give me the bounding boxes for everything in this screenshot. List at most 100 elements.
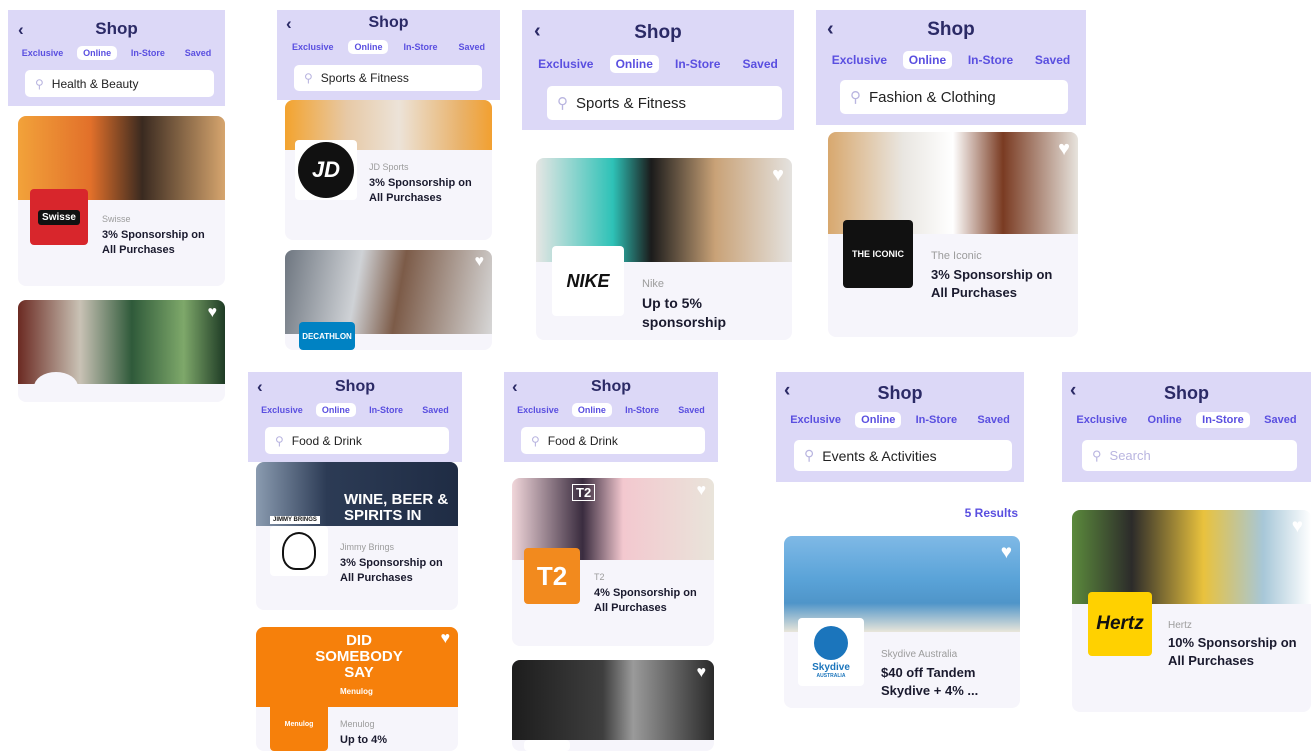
tab-exclusive[interactable]: Exclusive — [16, 46, 70, 60]
heart-icon[interactable]: ♥ — [697, 482, 707, 500]
merchant-offer: 3% Sponsorship on All Purchases — [340, 557, 443, 584]
shop-header: ‹ Shop Exclusive Online In-Store Saved ⚲… — [504, 372, 718, 462]
merchant-logo: Hertz — [1088, 592, 1152, 656]
merchant-brand: Jimmy Brings — [340, 542, 395, 552]
tab-saved[interactable]: Saved — [416, 403, 455, 417]
tab-online[interactable]: Online — [855, 412, 902, 428]
tab-online[interactable]: Online — [902, 51, 953, 69]
search-input[interactable]: ⚲ Sports & Fitness — [547, 86, 782, 120]
tab-online[interactable]: Online — [315, 403, 356, 417]
heart-icon[interactable]: ♥ — [1001, 542, 1012, 564]
merchant-card[interactable]: ♥ Hertz Hertz 10% Sponsorship on All Pur… — [1072, 510, 1311, 712]
search-value: Sports & Fitness — [576, 94, 687, 112]
tab-in-store[interactable]: In-Store — [669, 55, 726, 73]
shop-tabs: Exclusive Online In-Store Saved — [816, 51, 1086, 69]
tab-saved[interactable]: Saved — [737, 55, 784, 73]
merchant-card[interactable]: ♥ Skydive AUSTRALIA Skydive Australia $4… — [784, 536, 1020, 708]
logo-text: Skydive — [812, 661, 850, 673]
merchant-logo: JD — [295, 140, 357, 200]
search-input[interactable]: ⚲ Food & Drink — [265, 427, 449, 454]
tab-exclusive[interactable]: Exclusive — [532, 55, 599, 73]
shop-tabs: Exclusive Online In-Store Saved — [522, 55, 794, 73]
merchant-brand: Swisse — [102, 214, 131, 224]
tab-online[interactable]: Online — [571, 403, 612, 417]
merchant-brand: Nike — [642, 278, 665, 290]
search-input[interactable]: ⚲ Health & Beauty — [25, 70, 214, 97]
heart-icon[interactable]: ♥ — [1292, 516, 1303, 538]
tab-saved[interactable]: Saved — [971, 412, 1015, 428]
merchant-card[interactable]: DID SOMEBODY SAY Menulog ♥ Menulog Menul… — [256, 627, 458, 751]
merchant-card[interactable]: WINE, BEER & SPIRITS IN JIMMY BRINGS Jim… — [256, 462, 458, 610]
shop-tabs: Exclusive Online In-Store Saved — [277, 40, 500, 54]
tab-in-store[interactable]: In-Store — [125, 46, 171, 60]
tab-in-store[interactable]: In-Store — [962, 51, 1019, 69]
tab-exclusive[interactable]: Exclusive — [784, 412, 847, 428]
heart-icon[interactable]: ♥ — [441, 630, 451, 648]
heart-icon[interactable]: ♥ — [208, 304, 218, 322]
merchant-logo — [270, 526, 328, 576]
tab-in-store[interactable]: In-Store — [363, 403, 409, 417]
tab-exclusive[interactable]: Exclusive — [286, 40, 340, 54]
merchant-photo: WINE, BEER & SPIRITS IN JIMMY BRINGS — [256, 462, 458, 526]
tab-exclusive[interactable]: Exclusive — [1070, 412, 1133, 428]
page-title: Shop — [877, 383, 923, 403]
logo-text: JD — [298, 142, 354, 198]
search-input[interactable]: ⚲ Search — [1082, 440, 1297, 471]
search-value: Events & Activities — [822, 447, 937, 464]
search-input[interactable]: ⚲ Food & Drink — [521, 427, 705, 454]
tab-in-store[interactable]: In-Store — [619, 403, 665, 417]
merchant-card[interactable]: JD JD Sports 3% Sponsorship on All Purch… — [285, 100, 492, 240]
tab-in-store[interactable]: In-Store — [397, 40, 443, 54]
search-icon: ⚲ — [804, 447, 815, 463]
merchant-card[interactable]: ♥ DECATHLON — [285, 250, 492, 350]
tab-in-store[interactable]: In-Store — [910, 412, 964, 428]
results-count: 5 Results — [964, 506, 1018, 520]
heart-icon[interactable]: ♥ — [772, 164, 784, 187]
merchant-offer: Up to 4% — [340, 734, 388, 746]
search-icon: ⚲ — [557, 95, 568, 112]
tab-saved[interactable]: Saved — [672, 403, 711, 417]
logo-text: Hertz — [1096, 613, 1144, 634]
merchant-card[interactable]: ♥ — [512, 660, 714, 751]
tab-saved[interactable]: Saved — [1029, 51, 1076, 69]
search-value: Fashion & Clothing — [869, 88, 996, 106]
search-value: Food & Drink — [547, 433, 618, 448]
page-title: Shop — [95, 19, 138, 38]
merchant-photo — [18, 300, 225, 384]
page-title: Shop — [927, 19, 975, 40]
logo-text: Menulog — [284, 720, 314, 728]
search-input[interactable]: ⚲ Events & Activities — [794, 440, 1012, 471]
photo-headline: WINE, BEER & SPIRITS IN — [344, 491, 449, 524]
heart-icon[interactable]: ♥ — [475, 253, 485, 271]
photo-tag: Menulog — [340, 687, 373, 696]
tab-exclusive[interactable]: Exclusive — [511, 403, 565, 417]
tab-exclusive[interactable]: Exclusive — [255, 403, 309, 417]
search-input[interactable]: ⚲ Sports & Fitness — [294, 65, 482, 91]
merchant-brand: Hertz — [1168, 620, 1192, 631]
merchant-card[interactable]: Swisse Swisse 3% Sponsorship on All Purc… — [18, 116, 225, 286]
tab-online[interactable]: Online — [1142, 412, 1188, 428]
shop-header: ‹ Shop Exclusive Online In-Store Saved ⚲… — [277, 10, 500, 100]
tab-exclusive[interactable]: Exclusive — [826, 51, 893, 69]
logo-text: Swisse — [38, 209, 80, 225]
merchant-card[interactable]: ♥ — [18, 300, 225, 402]
search-placeholder: Search — [1109, 448, 1151, 463]
tab-online[interactable]: Online — [348, 40, 389, 54]
tab-online[interactable]: Online — [77, 46, 118, 60]
tab-saved[interactable]: Saved — [179, 46, 218, 60]
merchant-logo: Skydive AUSTRALIA — [798, 618, 864, 686]
tab-online[interactable]: Online — [609, 55, 659, 73]
tab-saved[interactable]: Saved — [452, 40, 491, 54]
search-input[interactable]: ⚲ Fashion & Clothing — [840, 80, 1068, 114]
search-value: Sports & Fitness — [320, 71, 409, 85]
merchant-photo — [512, 660, 714, 740]
tab-in-store[interactable]: In-Store — [1196, 412, 1250, 428]
merchant-card[interactable]: ♥ THE ICONIC The Iconic 3% Sponsorship o… — [828, 132, 1078, 337]
merchant-card[interactable]: ♥ NIKE Nike Up to 5% sponsorship — [536, 158, 792, 340]
merchant-card[interactable]: T2 ♥ T2 T2 4% Sponsorship on All Purchas… — [512, 478, 714, 646]
search-icon: ⚲ — [35, 76, 44, 91]
heart-icon[interactable]: ♥ — [697, 664, 707, 682]
tab-saved[interactable]: Saved — [1258, 412, 1302, 428]
search-value: Food & Drink — [291, 433, 362, 448]
heart-icon[interactable]: ♥ — [1058, 138, 1070, 161]
